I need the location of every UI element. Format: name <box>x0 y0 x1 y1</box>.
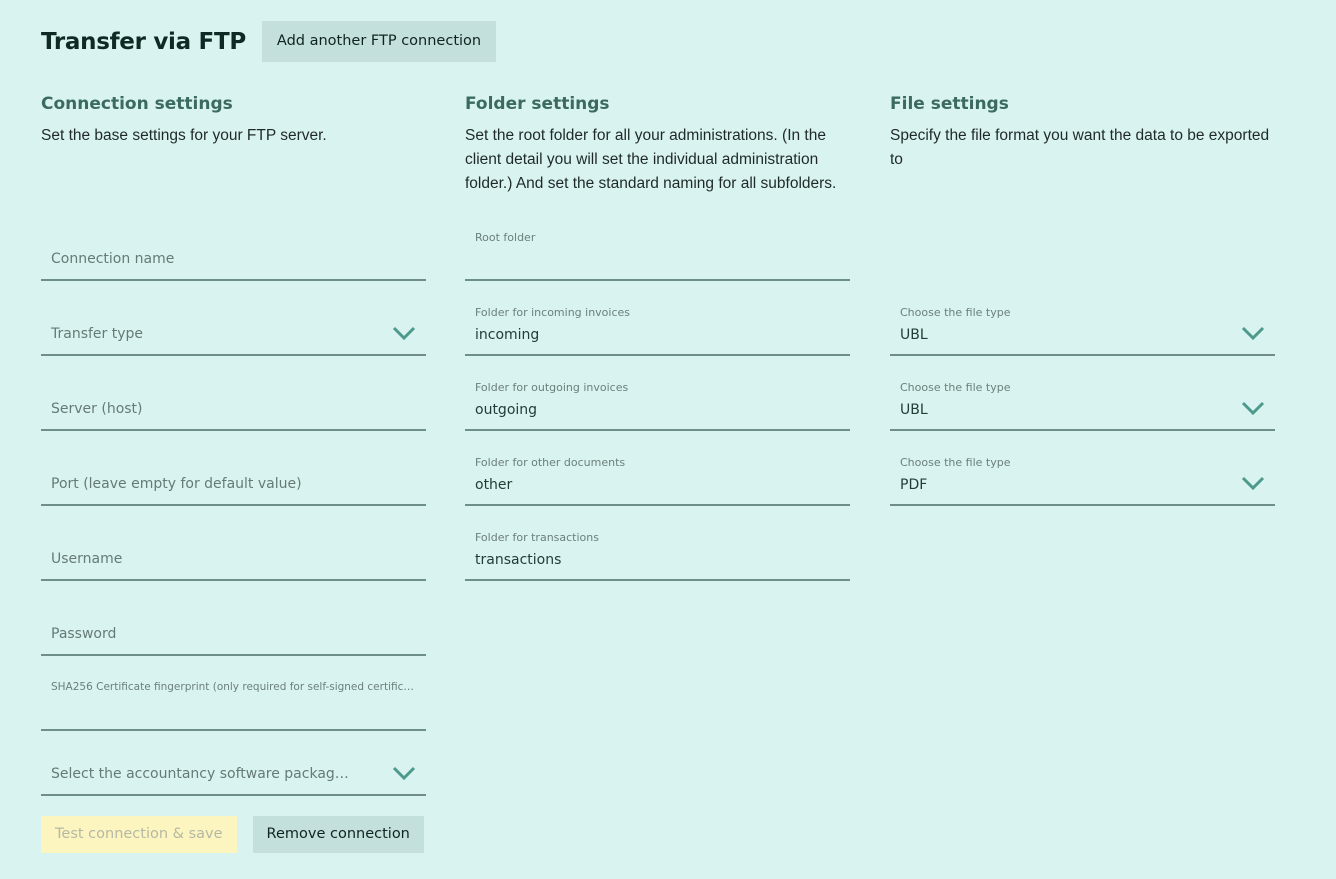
remove-connection-button[interactable]: Remove connection <box>252 816 424 853</box>
transfer-type-placeholder: Transfer type <box>51 326 144 342</box>
other-documents-folder-field[interactable]: Folder for other documents other <box>465 443 850 506</box>
chevron-down-icon <box>392 766 416 781</box>
test-connection-save-button[interactable]: Test connection & save <box>41 816 237 853</box>
username-field[interactable]: Username <box>41 518 426 581</box>
accountancy-software-select[interactable]: Select the accountancy software packag… <box>41 733 426 796</box>
chevron-down-icon <box>392 326 416 341</box>
outgoing-folder-field[interactable]: Folder for outgoing invoices outgoing <box>465 368 850 431</box>
password-field[interactable]: Password <box>41 593 426 656</box>
port-placeholder: Port (leave empty for default value) <box>51 476 302 492</box>
incoming-folder-field[interactable]: Folder for incoming invoices incoming <box>465 293 850 356</box>
username-placeholder: Username <box>51 551 123 567</box>
server-host-placeholder: Server (host) <box>51 401 143 417</box>
transfer-type-select[interactable]: Transfer type <box>41 293 426 356</box>
outgoing-folder-label: Folder for outgoing invoices <box>475 381 629 394</box>
file-type-label: Choose the file type <box>900 456 1011 469</box>
form-actions: Test connection & save Remove connection <box>41 816 424 853</box>
server-host-field[interactable]: Server (host) <box>41 368 426 431</box>
file-settings-description: Specify the file format you want the dat… <box>890 127 1270 168</box>
add-ftp-connection-button[interactable]: Add another FTP connection <box>261 21 497 62</box>
incoming-file-type-select[interactable]: Choose the file type UBL <box>890 293 1275 356</box>
connection-settings-section: Connection settings Set the base setting… <box>41 92 426 148</box>
file-type-label: Choose the file type <box>900 381 1011 394</box>
file-settings-section: File settings Specify the file format yo… <box>890 92 1275 172</box>
incoming-folder-value: incoming <box>475 327 540 343</box>
connection-settings-description: Set the base settings for your FTP serve… <box>41 127 327 144</box>
outgoing-folder-value: outgoing <box>475 402 538 418</box>
connection-name-field[interactable]: Connection name <box>41 218 426 281</box>
page-title: Transfer via FTP <box>41 28 246 55</box>
folder-settings-description: Set the root folder for all your adminis… <box>465 127 837 192</box>
transactions-folder-label: Folder for transactions <box>475 531 599 544</box>
transactions-folder-field[interactable]: Folder for transactions transactions <box>465 518 850 581</box>
accountancy-software-placeholder: Select the accountancy software packag… <box>51 766 349 782</box>
outgoing-file-type-select[interactable]: Choose the file type UBL <box>890 368 1275 431</box>
other-file-type-select[interactable]: Choose the file type PDF <box>890 443 1275 506</box>
connection-settings-title: Connection settings <box>41 94 233 114</box>
page-header: Transfer via FTP Add another FTP connect… <box>41 21 497 62</box>
password-placeholder: Password <box>51 626 117 642</box>
other-file-type-value: PDF <box>900 477 928 493</box>
connection-name-placeholder: Connection name <box>51 251 175 267</box>
folder-settings-section: Folder settings Set the root folder for … <box>465 92 850 196</box>
chevron-down-icon <box>1241 401 1265 416</box>
chevron-down-icon <box>1241 326 1265 341</box>
certificate-fingerprint-field[interactable]: SHA256 Certificate fingerprint (only req… <box>41 668 426 731</box>
incoming-file-type-value: UBL <box>900 327 928 343</box>
other-documents-folder-label: Folder for other documents <box>475 456 626 469</box>
chevron-down-icon <box>1241 476 1265 491</box>
port-field[interactable]: Port (leave empty for default value) <box>41 443 426 506</box>
outgoing-file-type-value: UBL <box>900 402 928 418</box>
folder-settings-title: Folder settings <box>465 94 610 114</box>
file-type-label: Choose the file type <box>900 306 1011 319</box>
incoming-folder-label: Folder for incoming invoices <box>475 306 631 319</box>
file-settings-title: File settings <box>890 94 1009 114</box>
root-folder-label: Root folder <box>475 231 536 244</box>
root-folder-field[interactable]: Root folder <box>465 218 850 281</box>
other-documents-folder-value: other <box>475 477 513 493</box>
certificate-fingerprint-label: SHA256 Certificate fingerprint (only req… <box>51 681 414 693</box>
transactions-folder-value: transactions <box>475 552 562 568</box>
